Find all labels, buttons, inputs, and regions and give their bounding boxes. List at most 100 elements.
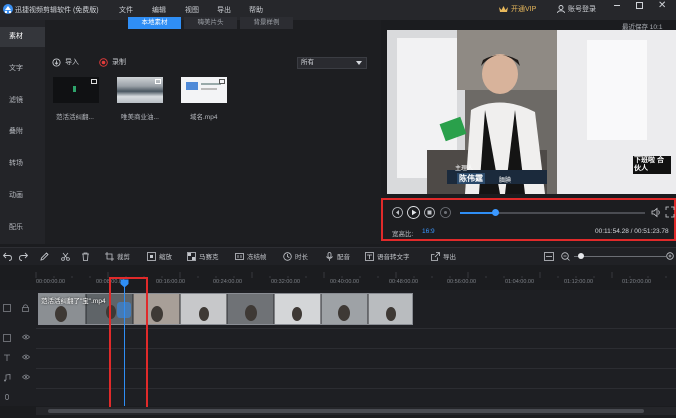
fit-timeline-icon[interactable] (544, 252, 554, 261)
maximize-icon[interactable] (636, 2, 643, 9)
app-title: 迅捷视频剪辑软件 (免费版) (15, 7, 99, 14)
mosaic-label: 马赛克 (199, 254, 219, 261)
mosaic-icon (187, 251, 196, 261)
menu-file[interactable]: 文件 (119, 5, 133, 15)
export-button[interactable]: 导出 (431, 251, 456, 261)
media-panel (45, 20, 381, 244)
crop-icon (105, 251, 114, 261)
sidebar-item-animation[interactable]: 动画 (0, 186, 45, 206)
import-button[interactable]: 导入 (52, 57, 79, 67)
playhead-highlight (109, 277, 148, 411)
zoom-in-icon[interactable] (666, 252, 675, 261)
login-button[interactable]: 账号登录 (557, 4, 596, 14)
zoom-icon (147, 251, 156, 261)
seek-handle[interactable] (492, 209, 500, 216)
ruler-label: 01:12:00.00 (564, 279, 594, 285)
clock-icon (283, 251, 292, 261)
ruler-label: 00:00:00.00 (36, 279, 66, 285)
caption-tag: 腼腆 (499, 178, 512, 184)
freeze-frame-label: 冻结帧 (247, 254, 267, 261)
sidebar-item-filter[interactable]: 滤镜 (0, 91, 45, 111)
scissors-icon[interactable] (61, 252, 70, 261)
ruler-label: 00:24:00.00 (213, 279, 243, 285)
export-icon (431, 251, 440, 261)
step-forward-icon[interactable] (440, 207, 451, 218)
edit-icon[interactable] (40, 252, 49, 261)
sidebar-item-music[interactable]: 配乐 (0, 218, 45, 238)
stop-icon[interactable] (424, 207, 435, 218)
tab-local-media[interactable]: 本地素材 (128, 17, 181, 29)
eye-icon[interactable] (22, 334, 30, 340)
thumb-3-image (186, 82, 198, 90)
media-thumb-2[interactable] (117, 77, 163, 103)
tab-intro-clips[interactable]: 嗨美片头 (184, 17, 237, 29)
seek-bar-fill (460, 212, 496, 214)
title-bar: 迅捷视频剪辑软件 (免费版) 文件 编辑 视图 导出 帮助 开通VIP 账号登录… (0, 0, 676, 20)
redo-icon[interactable] (19, 252, 28, 261)
ruler-label: 00:16:00.00 (156, 279, 186, 285)
text-track-icon (4, 354, 10, 361)
scrollbar-thumb[interactable] (48, 409, 644, 413)
voiceover-button[interactable]: 配音 (325, 251, 350, 261)
sidebar-item-media[interactable]: 素材 (0, 27, 45, 47)
export-label: 导出 (443, 254, 456, 261)
zoom-slider[interactable] (574, 256, 666, 257)
clip-title: 范活活纠翻了"宝".mp4 (41, 298, 106, 305)
mosaic-button[interactable]: 马赛克 (187, 251, 219, 261)
import-label: 导入 (65, 59, 79, 66)
zoom-button[interactable]: 缩放 (147, 251, 172, 261)
delete-icon[interactable] (81, 252, 90, 261)
fullscreen-icon[interactable] (665, 206, 675, 218)
freeze-frame-button[interactable]: 冻结帧 (235, 251, 267, 261)
eye-icon[interactable] (22, 374, 30, 380)
ruler-label: 01:04:00.00 (505, 279, 535, 285)
speech-to-text-label: 语音转文字 (377, 254, 410, 261)
media-thumb-3[interactable] (181, 77, 227, 103)
video-badge-icon (219, 79, 225, 84)
speech-to-text-button[interactable]: 语音转文字 (365, 251, 410, 261)
app-logo-icon (3, 4, 13, 14)
record-button[interactable]: 录制 (99, 57, 126, 67)
volume-icon[interactable] (651, 207, 662, 218)
timeline-scrollbar[interactable] (36, 407, 676, 415)
media-thumb-1[interactable] (53, 77, 99, 103)
duration-button[interactable]: 时长 (283, 251, 308, 261)
menu-export[interactable]: 导出 (217, 5, 231, 15)
voice-track-icon (5, 394, 9, 400)
menu-edit[interactable]: 编辑 (152, 5, 166, 15)
crop-button[interactable]: 裁剪 (105, 251, 130, 261)
aspect-value[interactable]: 16:9 (422, 228, 435, 235)
record-label: 录制 (112, 59, 126, 66)
chevron-down-icon (356, 61, 362, 65)
timeline-ruler[interactable]: 00:00:00.00 00:08:00.00 00:16:00.00 00:2… (0, 268, 676, 290)
step-back-icon[interactable] (392, 207, 403, 218)
voiceover-label: 配音 (337, 254, 350, 261)
minimize-icon[interactable] (614, 5, 620, 6)
show-logo: 下班啦 合伙人 (633, 156, 671, 174)
zoom-out-icon[interactable] (561, 252, 570, 261)
record-icon (99, 57, 108, 67)
ruler-label: 00:40:00.00 (330, 279, 360, 285)
lock-icon[interactable] (22, 304, 29, 312)
video-preview[interactable]: 主理人 陈伟霆 腼腆 下班啦 合伙人 (387, 30, 676, 194)
freeze-frame-icon (235, 252, 244, 260)
media-label-3: 域名.mp4 (190, 114, 218, 121)
thumb-3-line (201, 88, 217, 90)
login-label: 账号登录 (568, 6, 596, 13)
sidebar-item-transition[interactable]: 转场 (0, 154, 45, 174)
undo-icon[interactable] (3, 252, 12, 261)
vip-button[interactable]: 开通VIP (499, 4, 536, 14)
play-icon[interactable] (407, 206, 420, 219)
tab-backgrounds[interactable]: 背景样例 (240, 17, 293, 29)
eye-icon[interactable] (22, 354, 30, 360)
filter-select[interactable]: 所有 (297, 57, 367, 69)
video-track-icon (3, 304, 11, 312)
zoom-slider-handle[interactable] (578, 253, 584, 259)
speech-to-text-icon (365, 251, 374, 261)
sidebar-item-overlay[interactable]: 叠附 (0, 122, 45, 142)
sidebar-item-text[interactable]: 文字 (0, 59, 45, 79)
menu-view[interactable]: 视图 (185, 5, 199, 15)
close-icon[interactable]: ✕ (658, 0, 666, 11)
menu-help[interactable]: 帮助 (249, 5, 263, 15)
overlay-track-icon (3, 334, 11, 342)
